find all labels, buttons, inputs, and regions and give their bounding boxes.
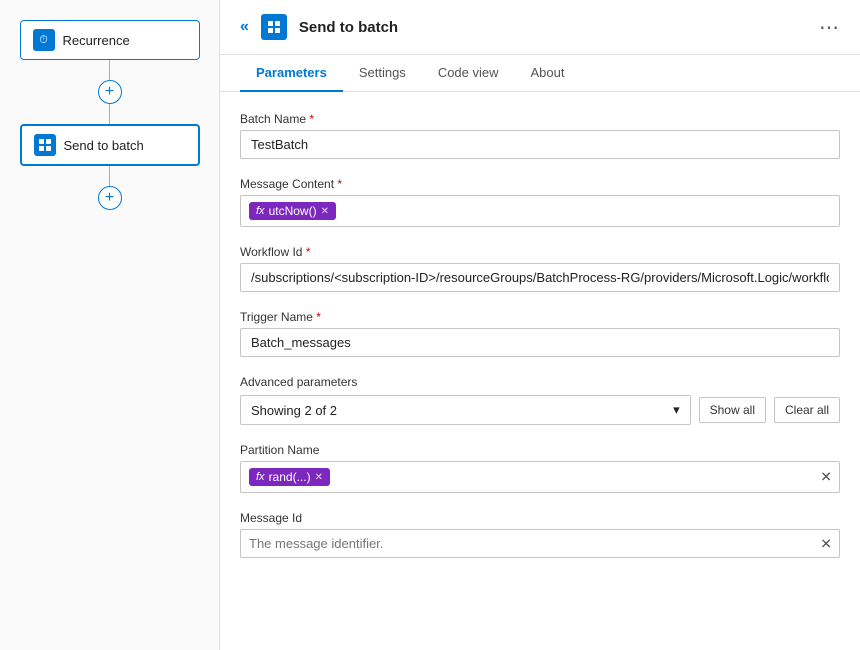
workflow-id-group: Workflow Id * — [240, 245, 840, 292]
partition-name-clear-button[interactable]: ✕ — [820, 469, 832, 486]
message-id-clear-button[interactable]: ✕ — [820, 535, 832, 552]
recurrence-node[interactable]: ⏱ Recurrence — [20, 20, 200, 60]
advanced-parameters-dropdown[interactable]: Showing 2 of 2 ▾ — [240, 395, 691, 425]
send-to-batch-label: Send to batch — [64, 138, 144, 153]
connector-1 — [109, 60, 110, 80]
remove-rand-token[interactable]: ✕ — [315, 472, 323, 483]
tab-code-view[interactable]: Code view — [422, 55, 515, 92]
advanced-dropdown-value: Showing 2 of 2 — [251, 403, 337, 418]
partition-name-field: fx rand(...) ✕ ✕ — [240, 461, 840, 493]
recurrence-label: Recurrence — [63, 33, 130, 48]
workflow-id-required: * — [306, 245, 311, 259]
trigger-name-input[interactable] — [240, 328, 840, 357]
trigger-name-label: Trigger Name * — [240, 310, 840, 324]
recurrence-icon: ⏱ — [33, 29, 55, 51]
trigger-name-group: Trigger Name * — [240, 310, 840, 357]
send-to-batch-icon — [34, 134, 56, 156]
token-label: utcNow() — [269, 204, 317, 218]
tab-about[interactable]: About — [515, 55, 581, 92]
fx-icon: fx — [256, 205, 265, 217]
fx-icon-partition: fx — [256, 471, 265, 483]
panel-header-icon — [261, 14, 287, 40]
panel-title: Send to batch — [299, 19, 398, 36]
tab-settings[interactable]: Settings — [343, 55, 422, 92]
detail-panel: « Send to batch ⋯ Parameters Settings Co… — [220, 0, 860, 650]
message-id-group: Message Id ✕ — [240, 511, 840, 558]
collapse-button[interactable]: « — [240, 18, 249, 36]
advanced-parameters-label: Advanced parameters — [240, 375, 840, 389]
advanced-parameters-row: Showing 2 of 2 ▾ Show all Clear all — [240, 395, 840, 425]
message-content-group: Message Content * fx utcNow() ✕ — [240, 177, 840, 227]
workflow-id-input[interactable] — [240, 263, 840, 292]
clear-all-button[interactable]: Clear all — [774, 397, 840, 423]
message-id-input[interactable] — [240, 529, 840, 558]
form-area: Batch Name * Message Content * fx utcNow… — [220, 92, 860, 650]
trigger-name-required: * — [316, 310, 321, 324]
add-after-btn[interactable]: + — [98, 186, 122, 210]
batch-name-group: Batch Name * — [240, 112, 840, 159]
remove-utcnow-token[interactable]: ✕ — [321, 206, 329, 217]
show-all-button[interactable]: Show all — [699, 397, 766, 423]
rand-token[interactable]: fx rand(...) ✕ — [249, 468, 330, 486]
tab-parameters[interactable]: Parameters — [240, 55, 343, 92]
workflow-canvas: ⏱ Recurrence + Send to batch + — [0, 0, 220, 650]
panel-header: « Send to batch ⋯ — [220, 0, 860, 55]
connector-2 — [109, 104, 110, 124]
advanced-parameters-section: Advanced parameters Showing 2 of 2 ▾ Sho… — [240, 375, 840, 425]
rand-token-label: rand(...) — [269, 470, 311, 484]
workflow-id-label: Workflow Id * — [240, 245, 840, 259]
send-to-batch-node[interactable]: Send to batch — [20, 124, 200, 166]
partition-name-input[interactable]: fx rand(...) ✕ — [240, 461, 840, 493]
partition-name-label: Partition Name — [240, 443, 840, 457]
chevron-down-icon: ▾ — [673, 402, 680, 418]
message-id-label: Message Id — [240, 511, 840, 525]
partition-name-group: Partition Name fx rand(...) ✕ ✕ — [240, 443, 840, 493]
batch-name-required: * — [309, 112, 314, 126]
batch-name-input[interactable] — [240, 130, 840, 159]
add-between-btn[interactable]: + — [98, 80, 122, 104]
utcnow-token[interactable]: fx utcNow() ✕ — [249, 202, 336, 220]
connector-3 — [109, 166, 110, 186]
more-options-button[interactable]: ⋯ — [819, 15, 840, 40]
batch-name-label: Batch Name * — [240, 112, 840, 126]
message-content-label: Message Content * — [240, 177, 840, 191]
message-id-field: ✕ — [240, 529, 840, 558]
message-content-input[interactable]: fx utcNow() ✕ — [240, 195, 840, 227]
tab-bar: Parameters Settings Code view About — [220, 55, 860, 92]
panel-header-left: « Send to batch — [240, 14, 398, 40]
message-content-required: * — [337, 177, 342, 191]
